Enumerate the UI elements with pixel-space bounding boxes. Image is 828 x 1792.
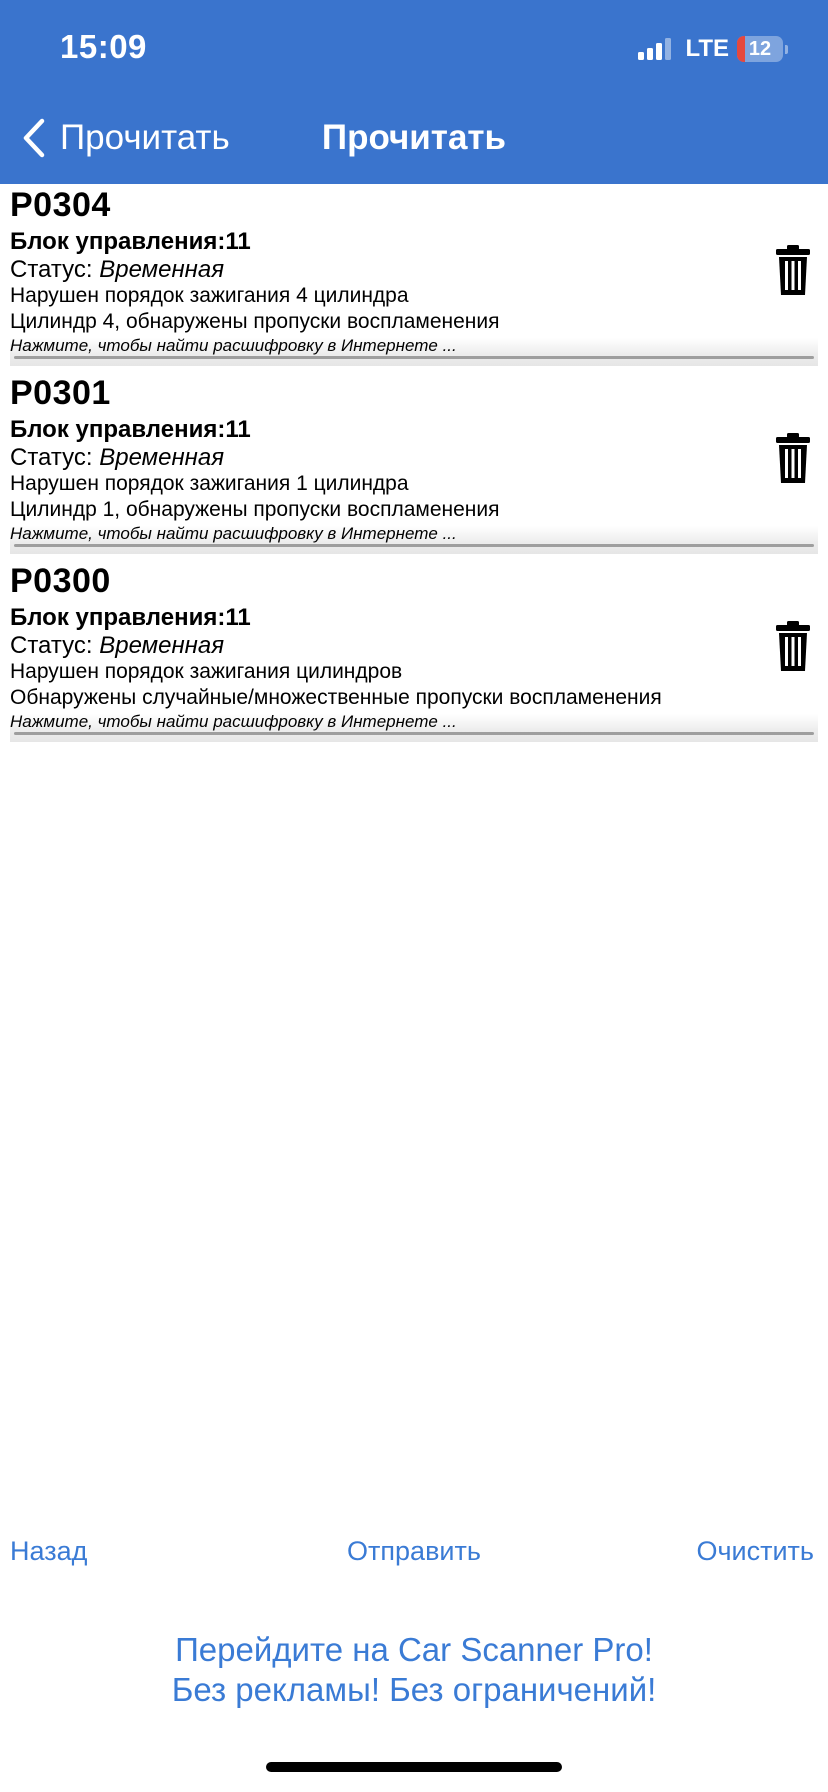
- error-status: Статус: Временная: [10, 444, 225, 471]
- trash-icon[interactable]: [775, 621, 811, 671]
- network-type: LTE: [685, 35, 729, 62]
- error-code: P0300: [10, 562, 111, 600]
- top-header: 15:09 LTE 12 Прочитать Прочитать: [0, 0, 828, 184]
- item-divider: [14, 544, 814, 547]
- home-indicator[interactable]: [266, 1762, 562, 1772]
- error-status: Статус: Временная: [10, 632, 225, 659]
- status-indicators: LTE 12: [638, 34, 788, 64]
- promo-line-1: Перейдите на Car Scanner Pro!: [175, 1631, 653, 1668]
- item-divider: [14, 356, 814, 359]
- clear-button[interactable]: Очистить: [696, 1536, 814, 1567]
- search-online-hint[interactable]: Нажмите, чтобы найти расшифровку в Интер…: [10, 712, 457, 732]
- trash-icon[interactable]: [775, 433, 811, 483]
- item-divider: [14, 732, 814, 735]
- nav-back-button[interactable]: Прочитать: [22, 118, 230, 158]
- search-online-hint[interactable]: Нажмите, чтобы найти расшифровку в Интер…: [10, 336, 457, 356]
- error-description: Нарушен порядок зажигания 4 цилиндра: [10, 284, 409, 307]
- error-code: P0301: [10, 374, 111, 412]
- control-unit: Блок управления:11: [10, 416, 251, 443]
- error-status-value: Временная: [99, 444, 225, 471]
- search-online-hint[interactable]: Нажмите, чтобы найти расшифровку в Интер…: [10, 524, 457, 544]
- nav-back-label: Прочитать: [60, 118, 230, 157]
- cellular-signal-icon: [638, 38, 672, 60]
- error-description: Нарушен порядок зажигания цилиндров: [10, 660, 403, 683]
- error-status-value: Временная: [99, 256, 225, 283]
- control-unit: Блок управления:11: [10, 604, 251, 631]
- send-button[interactable]: Отправить: [347, 1536, 481, 1566]
- error-code: P0304: [10, 186, 111, 224]
- pro-upgrade-banner[interactable]: Перейдите на Car Scanner Pro! Без реклам…: [0, 1630, 828, 1710]
- error-item[interactable]: P0301 Блок управления:11 Статус: Временн…: [0, 372, 828, 560]
- trash-icon[interactable]: [775, 245, 811, 295]
- promo-line-2: Без рекламы! Без ограничений!: [171, 1671, 657, 1708]
- error-description-detail: Цилиндр 4, обнаружены пропуски воспламен…: [10, 310, 500, 333]
- error-status-value: Временная: [99, 632, 225, 659]
- error-description-detail: Цилиндр 1, обнаружены пропуски воспламен…: [10, 498, 500, 521]
- error-description: Нарушен порядок зажигания 1 цилиндра: [10, 472, 409, 495]
- error-list: P0304 Блок управления:11 Статус: Временн…: [0, 184, 828, 748]
- chevron-left-icon: [23, 118, 45, 158]
- control-unit: Блок управления:11: [10, 228, 251, 255]
- error-item[interactable]: P0304 Блок управления:11 Статус: Временн…: [0, 184, 828, 372]
- status-time: 15:09: [60, 28, 147, 65]
- error-status: Статус: Временная: [10, 256, 225, 283]
- error-item[interactable]: P0300 Блок управления:11 Статус: Временн…: [0, 560, 828, 748]
- bottom-action-bar: Назад Отправить Очистить: [0, 1536, 828, 1576]
- battery-level: 12: [748, 37, 772, 60]
- error-description-detail: Обнаружены случайные/множественные пропу…: [10, 686, 662, 709]
- battery-icon: 12: [737, 36, 788, 62]
